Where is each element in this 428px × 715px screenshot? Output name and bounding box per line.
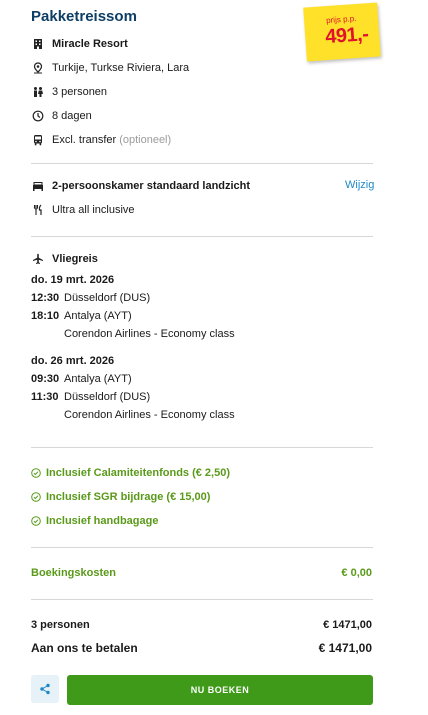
airplane-icon	[31, 252, 45, 266]
flight-heading-row: Vliegreis	[31, 251, 98, 267]
outbound-departure: 12:30 Düsseldorf (DUS)	[31, 290, 150, 306]
bed-icon	[31, 179, 45, 193]
outbound-arrival: 18:10 Antalya (AYT)	[31, 308, 132, 324]
transfer-note: (optioneel)	[119, 134, 172, 146]
book-now-button[interactable]: NU BOEKEN	[67, 675, 373, 705]
days-row: 8 dagen	[31, 108, 92, 124]
persons-row: 3 personen	[31, 84, 107, 100]
clock-icon	[31, 109, 45, 123]
inclusion-item: Inclusief Calamiteitenfonds (€ 2,50)	[31, 465, 230, 481]
room-name: 2-persoonskamer standaard landzicht	[52, 180, 251, 192]
persons-text: 3 personen	[52, 86, 108, 98]
price-value: 491,-	[324, 23, 370, 49]
return-arrival: 11:30 Düsseldorf (DUS)	[31, 389, 150, 405]
hotel-name: Miracle Resort	[52, 38, 128, 50]
location-text: Turkije, Turkse Riviera, Lara	[52, 62, 190, 74]
return-dep-place: Antalya (AYT)	[64, 373, 132, 385]
return-arr-place: Düsseldorf (DUS)	[64, 391, 151, 403]
return-arr-time: 11:30	[31, 391, 59, 403]
room-row: 2-persoonskamer standaard landzicht	[31, 178, 250, 194]
outbound-arr-place: Antalya (AYT)	[64, 310, 132, 322]
board-row: Ultra all inclusive	[31, 202, 135, 218]
transfer-text: Excl. transfer	[52, 134, 117, 146]
hotel-row: Miracle Resort	[31, 36, 128, 52]
check-circle-icon	[31, 468, 41, 478]
booking-costs-label: Boekingskosten	[31, 567, 116, 579]
people-icon	[31, 85, 45, 99]
return-departure: 09:30 Antalya (AYT)	[31, 371, 132, 387]
return-airline: Corendon Airlines - Economy class	[64, 409, 235, 421]
return-dep-time: 09:30	[31, 373, 60, 385]
pay-total-label: Aan ons te betalen	[31, 641, 138, 655]
inclusion-item: Inclusief handbagage	[31, 513, 158, 529]
booking-costs-value: € 0,00	[341, 567, 372, 579]
transfer-row: Excl. transfer (optioneel)	[31, 132, 171, 148]
divider	[31, 163, 373, 164]
outbound-airline: Corendon Airlines - Economy class	[64, 328, 235, 340]
share-button[interactable]	[31, 675, 59, 703]
divider	[31, 547, 373, 548]
inclusion-item: Inclusief SGR bijdrage (€ 15,00)	[31, 489, 210, 505]
persons-total-value: € 1471,00	[323, 619, 372, 631]
days-text: 8 dagen	[52, 110, 92, 122]
cutlery-icon	[31, 203, 45, 217]
divider	[31, 236, 373, 237]
flight-heading: Vliegreis	[52, 253, 98, 265]
persons-total-label: 3 personen	[31, 619, 90, 631]
divider	[31, 599, 373, 600]
bus-icon	[31, 133, 45, 147]
location-row: Turkije, Turkse Riviera, Lara	[31, 60, 189, 76]
return-date: do. 26 mrt. 2026	[31, 355, 115, 367]
share-icon	[40, 683, 50, 695]
change-room-link[interactable]: Wijzig	[345, 179, 374, 191]
inclusion-text: Inclusief SGR bijdrage (€ 15,00)	[46, 491, 211, 503]
inclusion-text: Inclusief Calamiteitenfonds (€ 2,50)	[46, 467, 230, 479]
board-text: Ultra all inclusive	[52, 204, 135, 216]
outbound-arr-time: 18:10	[31, 310, 60, 322]
outbound-date: do. 19 mrt. 2026	[31, 274, 115, 286]
page-title: Pakketreissom	[31, 8, 137, 25]
outbound-dep-place: Düsseldorf (DUS)	[64, 292, 151, 304]
check-circle-icon	[31, 516, 41, 526]
location-pin-icon	[31, 61, 45, 75]
divider	[31, 447, 373, 448]
outbound-dep-time: 12:30	[31, 292, 60, 304]
inclusion-text: Inclusief handbagage	[46, 515, 159, 527]
check-circle-icon	[31, 492, 41, 502]
building-icon	[31, 37, 45, 51]
price-sticker: prijs p.p. 491,-	[303, 2, 381, 62]
pay-total-value: € 1471,00	[318, 641, 372, 655]
